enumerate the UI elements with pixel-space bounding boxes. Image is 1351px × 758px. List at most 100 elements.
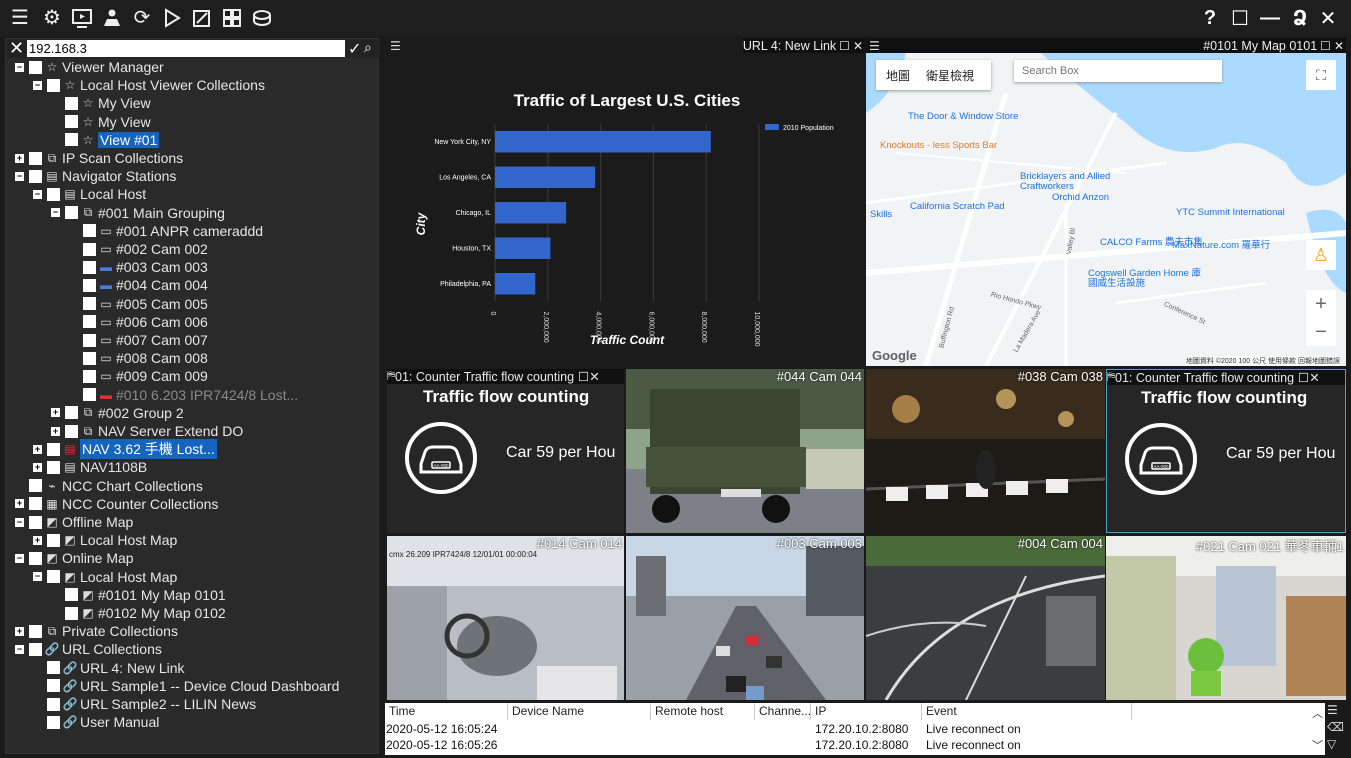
tree-node[interactable]: ▭ #007 Cam 007 <box>69 331 208 349</box>
menu-icon[interactable]: ☰ <box>8 6 32 30</box>
pane-menu-icon[interactable]: ☰ <box>869 39 880 53</box>
tree-node[interactable]: ▭ #001 ANPR cameraddd <box>69 222 263 240</box>
tree-node[interactable]: ◩ #0102 My Map 0102 <box>51 604 226 622</box>
pane-close-icon[interactable]: ✕ <box>1334 39 1344 53</box>
tree-node[interactable]: 🔗 URL 4: New Link <box>33 659 185 677</box>
tree-node[interactable]: + ▤ NAV 3.62 手機 Lost... <box>33 439 217 460</box>
map-tab[interactable]: 地圖 <box>876 67 920 84</box>
pane-close-icon[interactable]: ✕ <box>1309 370 1319 385</box>
map-place-label[interactable]: Bricklayers and Allied Craftworkers <box>1020 172 1140 192</box>
help-icon[interactable]: ? <box>1198 6 1222 30</box>
column-header[interactable]: Channe... <box>755 703 811 720</box>
tree-checkbox[interactable] <box>83 351 96 365</box>
camera-view-003[interactable]: #003 Cam 003 <box>626 536 864 700</box>
tree-node[interactable]: 🔗 User Manual <box>33 713 159 731</box>
tree-checkbox[interactable] <box>65 424 78 438</box>
tree-node[interactable]: − ☆ Viewer Manager <box>15 58 164 76</box>
column-header[interactable]: Device Name <box>508 703 651 720</box>
expand-icon[interactable]: + <box>15 153 24 163</box>
tree-checkbox[interactable] <box>65 133 78 147</box>
tree-checkbox[interactable] <box>29 479 42 493</box>
tree-checkbox[interactable] <box>47 715 60 729</box>
settings-gear-icon[interactable]: ⚙ <box>40 6 64 30</box>
search-icon[interactable]: ⌕ <box>364 39 372 56</box>
collapse-icon[interactable]: − <box>15 171 24 181</box>
user-login-icon[interactable]: Ձ <box>1288 6 1312 30</box>
tree-checkbox[interactable] <box>47 679 60 693</box>
tree-checkbox[interactable] <box>29 515 42 529</box>
tree-node[interactable]: + ⧉ NAV Server Extend DO <box>51 422 243 440</box>
tree-checkbox[interactable] <box>29 551 42 565</box>
collapse-icon[interactable]: − <box>15 644 24 654</box>
map-pane[interactable]: ☰ #0101 My Map 0101 ☐ ✕ 地圖 衛星檢視 ⛶ ♙ + − … <box>866 38 1346 366</box>
tree-node[interactable]: − ◩ Offline Map <box>15 513 133 531</box>
expand-icon[interactable]: + <box>33 444 42 454</box>
tree-checkbox[interactable] <box>29 169 42 183</box>
tree-node[interactable]: 🔗 URL Sample2 -- LILIN News <box>33 695 256 713</box>
tree-checkbox[interactable] <box>47 661 60 675</box>
tree-node[interactable]: − 🔗 URL Collections <box>15 640 162 658</box>
tree-checkbox[interactable] <box>83 278 96 292</box>
tree-node[interactable]: ▬ #010 6.203 IPR7424/8 Lost... <box>69 386 298 404</box>
pane-maximize-icon[interactable]: ☐ <box>1320 39 1331 53</box>
tree-node[interactable]: ▭ #006 Cam 006 <box>69 313 208 331</box>
tree-checkbox[interactable] <box>47 78 60 92</box>
pane-close-icon[interactable]: ✕ <box>589 369 599 384</box>
tree-node[interactable]: − ▤ Local Host <box>33 185 146 203</box>
pane-menu-icon[interactable]: ☰ <box>390 39 401 53</box>
scroll-down-icon[interactable]: ﹀ <box>1312 737 1323 753</box>
fullscreen-icon[interactable]: ⛶ <box>1306 60 1336 90</box>
tree-checkbox[interactable] <box>83 315 96 329</box>
expand-icon[interactable]: + <box>15 626 24 636</box>
collapse-icon[interactable]: − <box>33 80 42 90</box>
tree-checkbox[interactable] <box>83 333 96 347</box>
tree-node[interactable]: − ☆ Local Host Viewer Collections <box>33 76 265 94</box>
tree-node[interactable]: − ⧉ #001 Main Grouping <box>51 204 225 222</box>
tree-checkbox[interactable] <box>65 96 78 110</box>
zoom-in-button[interactable]: + <box>1306 290 1336 318</box>
tree-checkbox[interactable] <box>47 187 60 201</box>
search-input[interactable] <box>27 40 345 57</box>
map-place-label[interactable]: The Door & Window Store <box>908 112 1028 122</box>
tree-node[interactable]: ☆ My View <box>51 94 151 112</box>
zoom-out-button[interactable]: − <box>1306 318 1336 346</box>
tree-checkbox[interactable] <box>47 697 60 711</box>
tree-node[interactable]: ▭ #009 Cam 009 <box>69 367 208 385</box>
tree-checkbox[interactable] <box>29 60 42 74</box>
play-icon[interactable] <box>160 6 184 30</box>
tree-checkbox[interactable] <box>83 297 96 311</box>
maximize-icon[interactable]: ☐ <box>1228 6 1252 30</box>
tree-node[interactable]: + ▦ NCC Counter Collections <box>15 495 218 513</box>
layout-grid-icon[interactable] <box>220 6 244 30</box>
expand-icon[interactable]: + <box>51 408 60 418</box>
user-station-icon[interactable] <box>100 6 124 30</box>
sync-icon[interactable]: ⟳ <box>130 6 154 30</box>
expand-icon[interactable]: + <box>15 499 24 509</box>
pane-menu-icon[interactable]: ⛿ <box>387 370 395 383</box>
tree-node[interactable]: + ▤ NAV1108B <box>33 458 147 476</box>
tree-checkbox[interactable] <box>65 406 78 420</box>
collapse-icon[interactable]: − <box>15 553 24 563</box>
tree-node[interactable]: ☆ My View <box>51 113 151 131</box>
tree-node[interactable]: 🔗 URL Sample1 -- Device Cloud Dashboard <box>33 677 339 695</box>
satellite-tab[interactable]: 衛星檢視 <box>920 67 980 84</box>
scroll-up-icon[interactable]: ︿ <box>1312 705 1323 721</box>
pane-close-icon[interactable]: ✕ <box>853 39 863 53</box>
collapse-icon[interactable]: − <box>51 208 60 218</box>
pane-menu-icon[interactable]: ⛿ <box>1107 371 1115 384</box>
expand-icon[interactable]: + <box>51 426 60 436</box>
counter-pane-selected[interactable]: ⛿ 01: Counter Traffic flow counting ☐ ✕ … <box>1106 369 1346 533</box>
log-filter-icon[interactable]: ▽ <box>1327 737 1345 754</box>
tree-node[interactable]: ⌁ NCC Chart Collections <box>15 477 203 495</box>
tree-checkbox[interactable] <box>47 533 60 547</box>
column-header[interactable]: Event <box>922 703 1132 720</box>
tree-checkbox[interactable] <box>83 369 96 383</box>
tree-checkbox[interactable] <box>29 642 42 656</box>
map-place-label[interactable]: Knockouts - less Sports Bar <box>880 141 1000 151</box>
tree-node[interactable]: ▭ #005 Cam 005 <box>69 295 208 313</box>
tree-node[interactable]: − ◩ Online Map <box>15 549 134 567</box>
collapse-icon[interactable]: − <box>15 62 24 72</box>
tree-checkbox[interactable] <box>83 242 96 256</box>
chart-pane[interactable]: ☰ URL 4: New Link ☐ ✕ 0 2,000,000 4,000,00… <box>387 38 865 366</box>
tree-node[interactable]: + ⧉ IP Scan Collections <box>15 149 183 167</box>
